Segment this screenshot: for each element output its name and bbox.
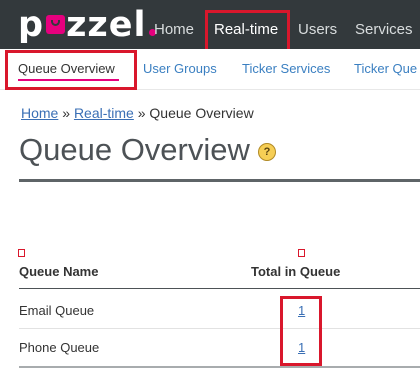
column-header-total-in-queue[interactable]: Total in Queue: [251, 264, 340, 279]
table-cell-total-link[interactable]: 1: [298, 303, 305, 318]
table-bottom-border: [19, 366, 420, 368]
page-title: Queue Overview: [19, 132, 250, 167]
nav-item-services[interactable]: Services: [355, 0, 413, 49]
sort-icon[interactable]: [18, 249, 25, 257]
logo-text-end: zzel: [66, 5, 147, 45]
table-cell-queue-name: Email Queue: [19, 303, 95, 318]
puzzel-logo[interactable]: p zzel: [18, 5, 156, 45]
nav-item-users[interactable]: Users: [298, 0, 337, 49]
breadcrumb-real-time-link[interactable]: Real-time: [74, 105, 134, 121]
subnav-item-queue-overview[interactable]: Queue Overview: [18, 49, 115, 89]
table-cell-total-link[interactable]: 1: [298, 340, 305, 355]
nav-item-real-time[interactable]: Real-time: [214, 0, 278, 49]
active-tab-underline: [18, 79, 119, 81]
breadcrumb-current: Queue Overview: [149, 105, 254, 121]
breadcrumb-separator: »: [137, 105, 146, 121]
subnav-item-user-groups[interactable]: User Groups: [143, 49, 217, 89]
help-icon[interactable]: ?: [258, 143, 276, 161]
table-row-divider: [19, 328, 420, 329]
table-cell-queue-name: Phone Queue: [19, 340, 100, 355]
breadcrumb: Home » Real-time » Queue Overview: [21, 105, 254, 121]
subnav-item-ticker-queues[interactable]: Ticker Que: [354, 49, 417, 89]
column-header-queue-name[interactable]: Queue Name: [19, 264, 98, 279]
logo-mark-icon: [46, 14, 66, 34]
breadcrumb-separator: »: [62, 105, 71, 121]
subnav-item-ticker-services[interactable]: Ticker Services: [242, 49, 330, 89]
table-header-divider: [19, 288, 420, 289]
breadcrumb-home-link[interactable]: Home: [21, 105, 58, 121]
nav-item-home[interactable]: Home: [154, 0, 194, 49]
sort-icon[interactable]: [298, 249, 305, 257]
logo-text-start: p: [18, 5, 45, 45]
title-divider: [19, 179, 420, 182]
